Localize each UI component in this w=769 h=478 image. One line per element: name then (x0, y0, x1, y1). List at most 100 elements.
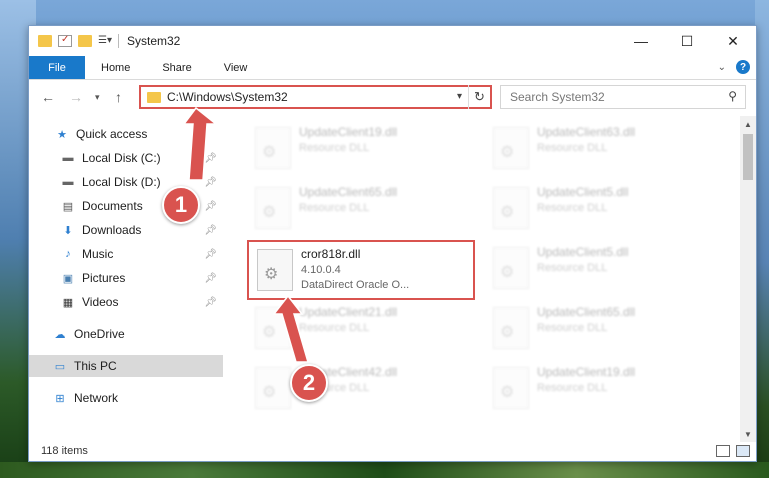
dll-file-icon (255, 127, 291, 169)
close-button[interactable]: ✕ (710, 26, 756, 56)
music-icon: ♪ (65, 248, 71, 260)
toolbar-divider (118, 34, 119, 48)
file-description: Resource DLL (537, 322, 608, 334)
nav-label: Videos (82, 295, 119, 309)
nav-label: Local Disk (D:) (82, 175, 161, 189)
file-name: UpdateClient63.dll (537, 125, 636, 139)
back-arrow-icon[interactable]: ← (41, 89, 55, 105)
file-item[interactable]: UpdateClient63.dll Resource DLL (485, 120, 715, 176)
search-input[interactable]: Search System32 ⚲ (500, 85, 746, 109)
nav-music[interactable]: ♪ Music 📌︎ (29, 243, 223, 265)
status-bar: 118 items (29, 440, 756, 462)
tab-view[interactable]: View (208, 56, 264, 79)
navigation-pane: ★ Quick access ▬ Local Disk (C:) 📌︎ ▬ Lo… (29, 116, 225, 442)
file-item[interactable]: UpdateClient19.dll Resource DLL (247, 120, 477, 176)
file-name: UpdateClient21.dll (299, 305, 398, 319)
nav-label: Local Disk (C:) (82, 151, 161, 165)
up-arrow-icon[interactable]: ↑ (115, 89, 122, 105)
file-item[interactable]: UpdateClient19.dll Resource DLL (485, 360, 715, 416)
file-description: Resource DLL (299, 322, 370, 334)
properties-icon[interactable] (58, 34, 72, 47)
large-icons-view-icon[interactable] (736, 445, 750, 457)
refresh-icon[interactable]: ↻ (468, 85, 490, 109)
dll-file-icon (493, 247, 529, 289)
drive-icon: ▬ (62, 176, 74, 188)
file-item[interactable]: UpdateClient42.dllResource DLL (247, 360, 477, 416)
window-controls: — ☐ ✕ (618, 26, 756, 56)
documents-icon: ▤ (62, 200, 74, 213)
maximize-button[interactable]: ☐ (664, 26, 710, 56)
desktop-background-right (755, 0, 769, 478)
ribbon-right-controls: ⌄ ? (718, 60, 750, 74)
nav-label: This PC (74, 359, 117, 373)
help-icon[interactable]: ? (736, 60, 750, 74)
dll-file-icon (255, 367, 291, 409)
recent-locations-icon[interactable]: ▾ (95, 92, 100, 103)
nav-downloads[interactable]: ⬇ Downloads 📌︎ (29, 219, 223, 241)
file-item[interactable]: UpdateClient5.dll Resource DLL (485, 180, 715, 236)
file-item[interactable]: UpdateClient5.dll Resource DLL (485, 240, 715, 296)
pictures-icon: ▣ (62, 272, 74, 285)
nav-label: OneDrive (74, 327, 125, 341)
dll-file-icon (493, 367, 529, 409)
forward-arrow-icon[interactable]: → (69, 89, 83, 105)
pin-icon[interactable]: 📌︎ (204, 273, 217, 284)
nav-onedrive[interactable]: ☁ OneDrive (29, 323, 223, 345)
pin-icon[interactable]: 📌︎ (204, 153, 217, 164)
computer-icon: ▭ (54, 360, 66, 373)
quick-access-toolbar: ☰▾ (29, 34, 119, 48)
pin-icon[interactable]: 📌︎ (204, 297, 217, 308)
videos-icon: ▦ (62, 296, 74, 309)
folder-icon[interactable] (38, 35, 52, 47)
pin-icon[interactable]: 📌︎ (204, 177, 217, 188)
minimize-button[interactable]: — (618, 26, 664, 56)
folder-icon (147, 91, 161, 103)
cloud-icon: ☁ (54, 328, 66, 341)
nav-pictures[interactable]: ▣ Pictures 📌︎ (29, 267, 223, 289)
dll-file-icon (493, 187, 529, 229)
nav-videos[interactable]: ▦ Videos 📌︎ (29, 291, 223, 313)
file-name: UpdateClient65.dll (537, 305, 636, 319)
new-folder-icon[interactable] (78, 35, 92, 47)
ribbon-tabs: File Home Share View ⌄ ? (29, 56, 756, 80)
customize-toolbar-icon[interactable]: ☰▾ (98, 35, 112, 47)
window-title: System32 (127, 34, 181, 48)
scroll-up-icon[interactable]: ▲ (740, 116, 756, 132)
nav-this-pc[interactable]: ▭ This PC (29, 355, 223, 377)
search-icon[interactable]: ⚲ (728, 89, 737, 103)
dll-file-icon (493, 127, 529, 169)
search-placeholder: Search System32 (510, 90, 605, 104)
pin-icon[interactable]: 📌︎ (204, 225, 217, 236)
scrollbar-thumb[interactable] (743, 134, 753, 180)
address-path[interactable]: C:\Windows\System32 (167, 90, 288, 104)
selected-file-item[interactable]: cror818r.dll 4.10.0.4 DataDirect Oracle … (247, 240, 475, 300)
file-description: Resource DLL (299, 202, 370, 214)
tab-share[interactable]: Share (146, 56, 207, 79)
file-description: Resource DLL (537, 142, 608, 154)
expand-ribbon-icon[interactable]: ⌄ (718, 62, 726, 73)
nav-network[interactable]: ⊞ Network (29, 387, 223, 409)
item-count: 118 items (41, 445, 88, 457)
vertical-scrollbar[interactable]: ▲ ▼ (740, 116, 756, 442)
details-view-icon[interactable] (716, 445, 730, 457)
nav-local-disk-c[interactable]: ▬ Local Disk (C:) 📌︎ (29, 147, 223, 169)
chevron-down-icon[interactable]: ▾ (457, 91, 462, 102)
file-name: UpdateClient19.dll (299, 125, 398, 139)
dll-file-icon (255, 187, 291, 229)
nav-local-disk-d[interactable]: ▬ Local Disk (D:) 📌︎ (29, 171, 223, 193)
tab-file[interactable]: File (29, 56, 85, 79)
file-version: 4.10.0.4 (301, 264, 341, 276)
dll-file-icon (255, 307, 291, 349)
file-description: DataDirect Oracle O... (301, 279, 410, 291)
callout-step-1: 1 (162, 186, 200, 224)
file-item[interactable]: UpdateClient21.dll Resource DLL (247, 300, 477, 356)
file-item[interactable]: UpdateClient65.dll Resource DLL (485, 300, 715, 356)
file-item[interactable]: UpdateClient65.dll Resource DLL (247, 180, 477, 236)
pin-icon[interactable]: 📌︎ (204, 249, 217, 260)
pin-icon[interactable]: 📌︎ (204, 201, 217, 212)
tab-home[interactable]: Home (85, 56, 146, 79)
file-name: UpdateClient19.dll (537, 365, 636, 379)
nav-quick-access[interactable]: ★ Quick access (29, 123, 223, 145)
dll-file-icon (257, 249, 293, 291)
address-bar[interactable]: C:\Windows\System32 ▾ ↻ (139, 85, 492, 109)
